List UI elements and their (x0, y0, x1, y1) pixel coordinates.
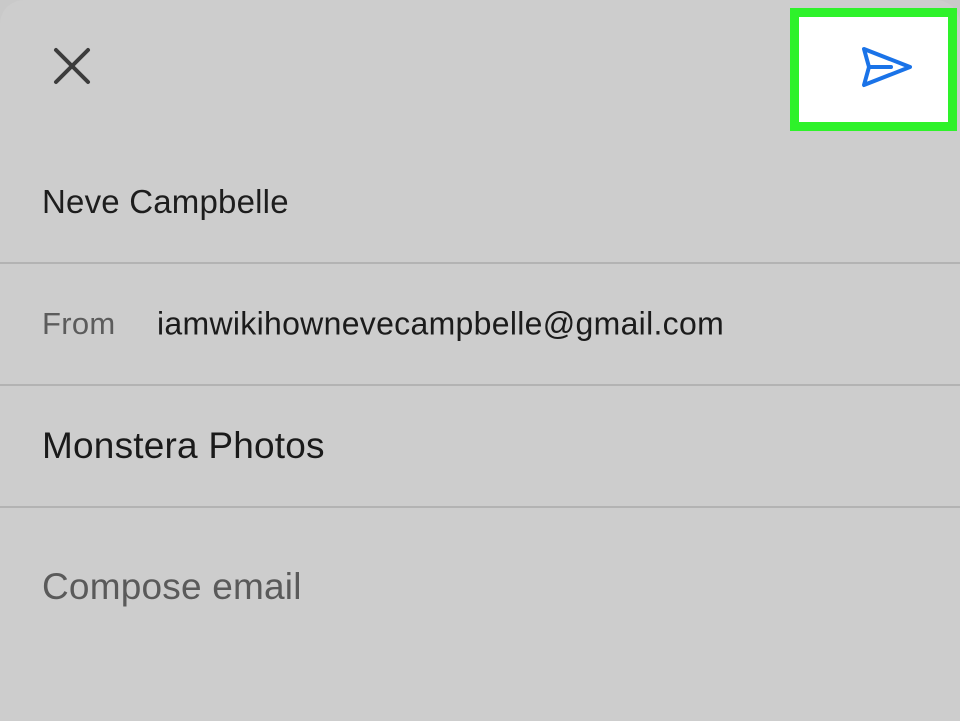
send-button[interactable] (799, 17, 948, 122)
body-placeholder: Compose email (42, 566, 302, 607)
subject-field[interactable]: Monstera Photos (0, 386, 960, 508)
compose-panel: Neve Campbelle From iamwikihownevecampbe… (0, 0, 960, 721)
from-field[interactable]: From iamwikihownevecampbelle@gmail.com (0, 264, 960, 386)
compose-screen: Neve Campbelle From iamwikihownevecampbe… (0, 0, 960, 721)
close-button[interactable] (46, 42, 98, 94)
body-field[interactable]: Compose email (0, 508, 960, 630)
to-field[interactable]: Neve Campbelle (0, 142, 960, 264)
send-icon (861, 46, 948, 93)
close-icon (53, 47, 91, 90)
from-label: From (42, 306, 116, 341)
compose-toolbar (0, 0, 960, 140)
subject-text: Monstera Photos (42, 425, 325, 466)
from-address: iamwikihownevecampbelle@gmail.com (157, 305, 725, 342)
to-recipient: Neve Campbelle (42, 183, 289, 220)
